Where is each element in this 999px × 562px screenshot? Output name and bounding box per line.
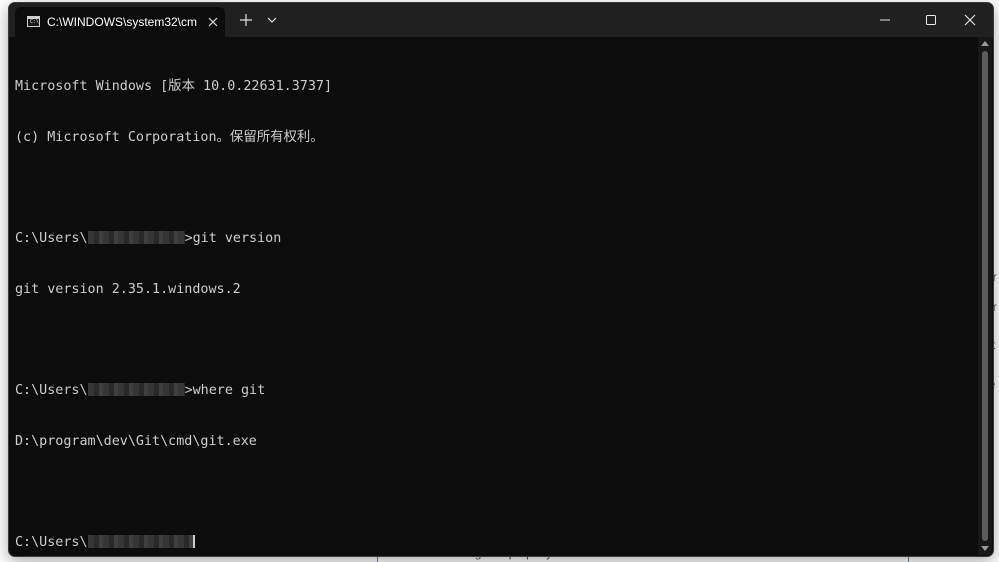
terminal-window: C:\ C:\WINDOWS\system32\cmd. Microsoft W… <box>8 2 994 557</box>
tab-title: C:\WINDOWS\system32\cmd. <box>47 15 197 29</box>
redacted-username <box>87 535 193 549</box>
console-line: git version 2.35.1.windows.2 <box>15 281 241 297</box>
console-line: Microsoft Windows [版本 10.0.22631.3737] <box>15 78 333 94</box>
scroll-thumb[interactable] <box>982 51 988 541</box>
title-bar[interactable]: C:\ C:\WINDOWS\system32\cmd. <box>9 3 993 37</box>
prompt-command: >git version <box>184 230 282 246</box>
prompt-path: C:\Users\ <box>15 383 88 399</box>
close-tab-button[interactable] <box>205 14 221 30</box>
scroll-up-arrow-icon[interactable] <box>981 41 989 46</box>
close-icon <box>208 17 218 27</box>
console-output[interactable]: Microsoft Windows [版本 10.0.22631.3737] (… <box>15 45 970 550</box>
vertical-scrollbar[interactable] <box>978 37 992 555</box>
console-prompt-line: C:\Users\ <box>15 535 970 552</box>
plus-icon <box>240 14 252 26</box>
scroll-down-arrow-icon[interactable] <box>981 546 989 551</box>
prompt-path: C:\Users\ <box>15 535 88 551</box>
close-icon <box>964 14 976 26</box>
console-line: (c) Microsoft Corporation。保留所有权利。 <box>15 129 324 145</box>
redacted-username <box>87 230 185 244</box>
new-tab-button[interactable] <box>237 11 255 29</box>
chevron-down-icon <box>267 17 277 23</box>
redacted-username <box>87 383 185 397</box>
maximize-icon <box>926 15 936 25</box>
minimize-button[interactable] <box>862 3 908 37</box>
tab-cmd[interactable]: C:\ C:\WINDOWS\system32\cmd. <box>15 7 225 37</box>
minimize-icon <box>880 19 890 21</box>
prompt-path: C:\Users\ <box>15 230 88 246</box>
prompt-command: >where git <box>184 383 266 399</box>
text-cursor <box>192 535 195 549</box>
tab-dropdown-button[interactable] <box>263 11 281 29</box>
cmd-prompt-icon: C:\ <box>27 16 40 27</box>
console-prompt-line: C:\Users\ >where git <box>15 383 970 400</box>
close-window-button[interactable] <box>947 3 993 37</box>
console-prompt-line: C:\Users\ >git version <box>15 230 970 248</box>
console-line: D:\program\dev\Git\cmd\git.exe <box>15 433 257 449</box>
